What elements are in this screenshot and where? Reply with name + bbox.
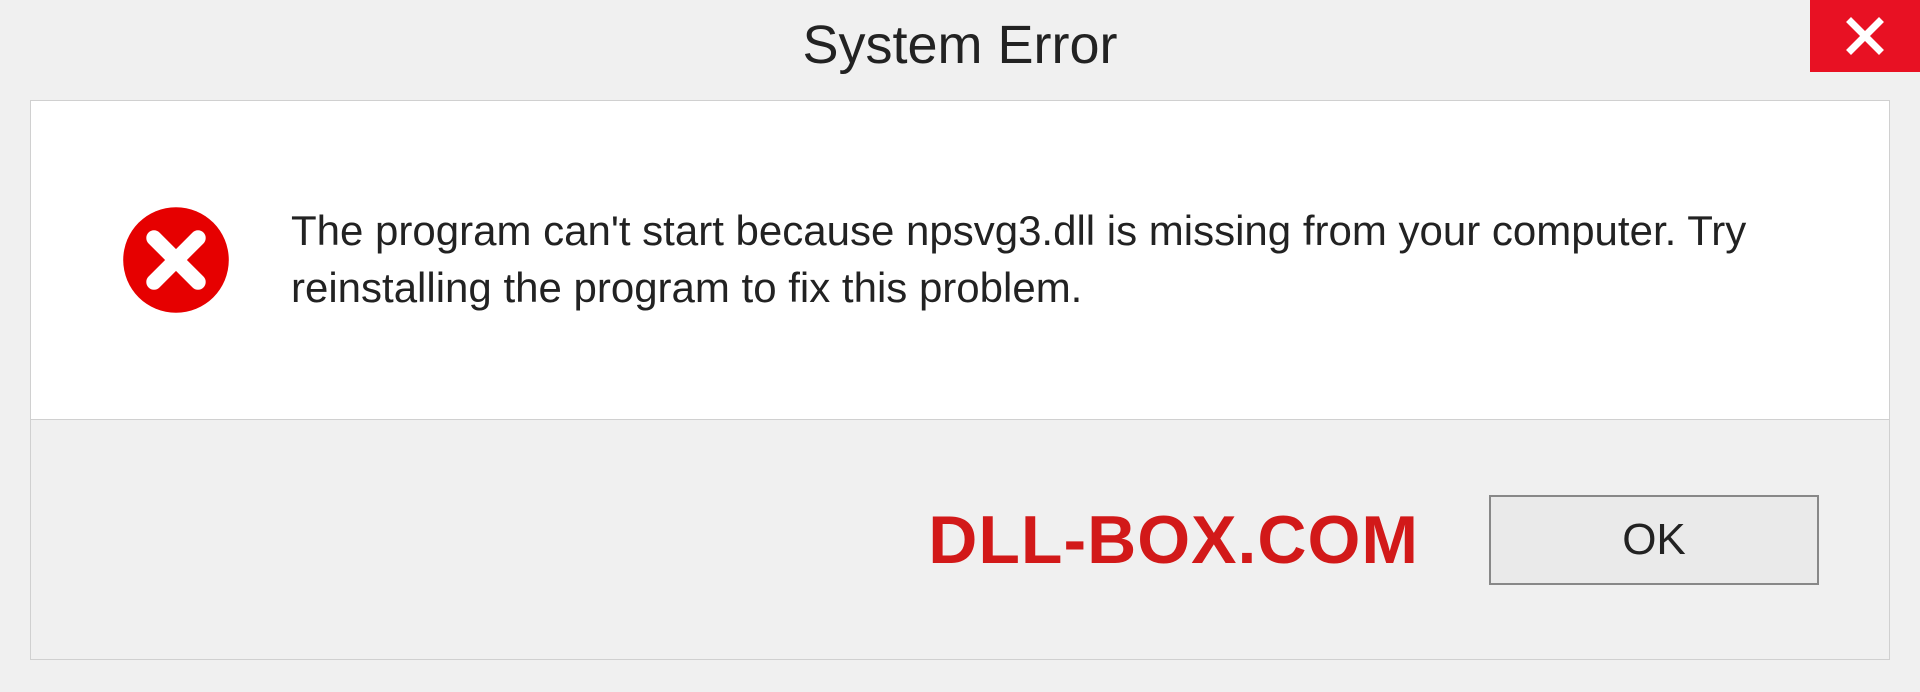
error-icon: [121, 205, 231, 315]
watermark-text: DLL-BOX.COM: [928, 501, 1419, 579]
dialog-content: The program can't start because npsvg3.d…: [30, 100, 1890, 420]
error-message: The program can't start because npsvg3.d…: [291, 203, 1889, 316]
close-button[interactable]: [1810, 0, 1920, 72]
titlebar: System Error: [0, 0, 1920, 90]
close-icon: [1844, 15, 1886, 57]
window-title: System Error: [802, 14, 1117, 76]
ok-button[interactable]: OK: [1489, 495, 1819, 585]
dialog-footer: DLL-BOX.COM OK: [30, 420, 1890, 660]
